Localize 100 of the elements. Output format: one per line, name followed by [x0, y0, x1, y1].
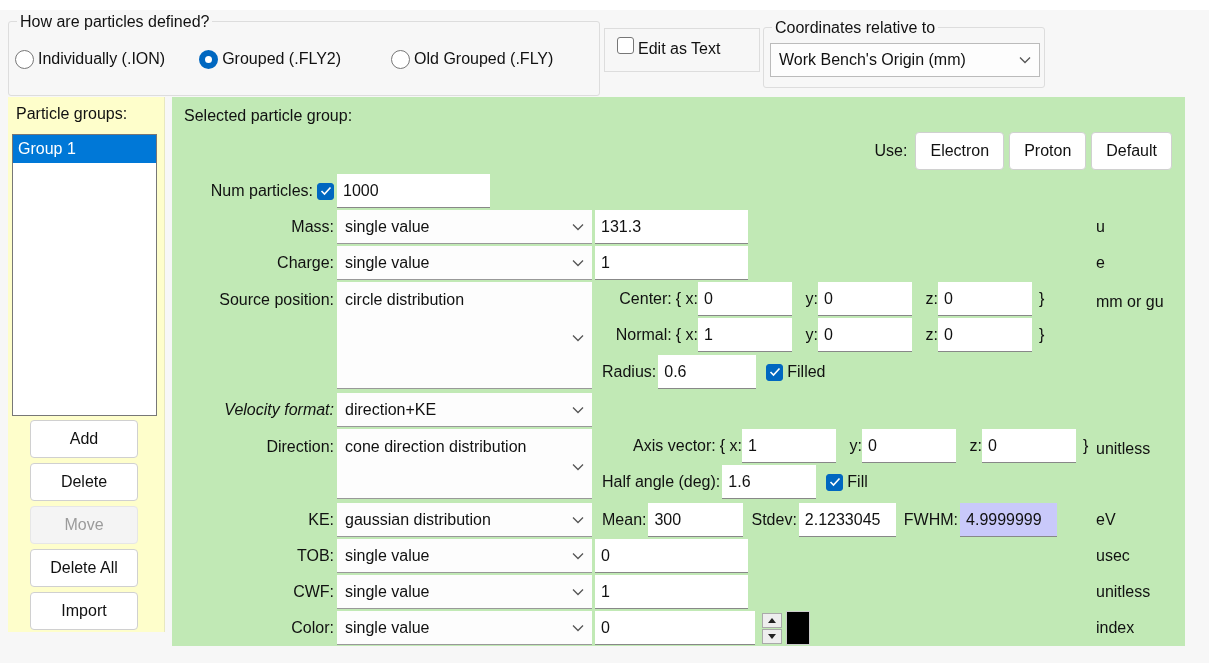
text-field[interactable]: 2.1233045 [798, 503, 896, 537]
checkbox-label[interactable]: Edit as Text [638, 37, 721, 61]
brace-label: } [1039, 325, 1045, 345]
caret-icon [572, 462, 584, 471]
caret-icon [572, 258, 584, 267]
group-title: Coordinates relative to [775, 19, 936, 36]
list-button[interactable]: Add [30, 420, 138, 458]
dropdown[interactable]: single value [337, 575, 592, 609]
radio-label[interactable]: Old Grouped (.FLY) [414, 47, 554, 72]
caret-icon [572, 551, 584, 560]
field-label: { x: [719, 436, 742, 456]
check-icon [828, 477, 841, 487]
list-button[interactable]: Delete [30, 463, 138, 501]
list-button[interactable]: Delete All [30, 549, 138, 587]
caret-icon [1019, 56, 1031, 65]
preset-button[interactable]: Electron [915, 132, 1005, 170]
text-field[interactable]: 0 [938, 282, 1032, 316]
text-field[interactable]: 1 [595, 246, 748, 280]
field-label: Mass: [290, 217, 334, 237]
dropdown[interactable]: Work Bench's Origin (mm) [770, 43, 1040, 78]
unit-label: unitless [1095, 582, 1152, 602]
caret-icon [572, 405, 584, 414]
check-icon [768, 367, 781, 377]
text-field[interactable]: 1 [698, 318, 792, 352]
radio-label[interactable]: Individually (.ION) [38, 47, 166, 72]
field-label: Axis vector: [633, 436, 716, 456]
panel-title: Particle groups: [15, 104, 129, 124]
field-label: Velocity format: [223, 400, 334, 420]
caret-icon [572, 222, 584, 231]
radio-button[interactable] [15, 49, 34, 69]
text-field[interactable]: 0 [938, 318, 1032, 352]
brace-label: } [1083, 436, 1089, 456]
field-label: FWHM: [903, 510, 959, 530]
field-label: z: [924, 325, 938, 345]
list-button[interactable]: Import [30, 592, 138, 630]
dropdown[interactable]: direction+KE [337, 393, 592, 427]
dropdown[interactable]: single value [337, 246, 592, 280]
check-icon [319, 186, 332, 196]
checkbox[interactable] [617, 37, 634, 54]
unit-label: u [1095, 217, 1106, 237]
dropdown[interactable]: single value [337, 210, 592, 244]
unit-label: usec [1095, 546, 1131, 566]
field-label: { x: [675, 325, 698, 345]
checkbox[interactable] [826, 473, 844, 491]
unit-label: index [1095, 618, 1136, 638]
brace-label: } [1039, 289, 1045, 309]
down-arrow-icon [768, 633, 776, 639]
text-field[interactable]: 1.6 [722, 465, 817, 499]
field-label: y: [848, 436, 862, 456]
text-field[interactable]: 1000 [337, 174, 490, 208]
radio-button[interactable] [199, 49, 219, 69]
field-label: Stdev: [751, 510, 797, 530]
text-field[interactable]: 1 [595, 575, 748, 609]
text-field[interactable]: 0 [595, 611, 755, 645]
up-arrow-icon [768, 617, 776, 623]
dropdown[interactable]: gaussian distribution [337, 503, 592, 537]
text-field[interactable]: 0.6 [658, 355, 757, 389]
dropdown[interactable]: single value [337, 539, 592, 573]
checkbox[interactable] [766, 363, 784, 381]
radio-label[interactable]: Grouped (.FLY2) [222, 47, 342, 72]
text-field[interactable]: 0 [595, 539, 748, 573]
field-label: Source position: [218, 290, 334, 310]
checkbox-label[interactable]: Fill [847, 470, 868, 494]
field-label: Direction: [265, 437, 334, 457]
dropdown[interactable]: circle distribution [337, 282, 592, 389]
spin-up-button[interactable] [762, 612, 782, 628]
text-field[interactable]: 131.3 [595, 210, 748, 244]
spin-down-button[interactable] [762, 628, 782, 644]
text-field[interactable]: 0 [818, 318, 912, 352]
unit-label: unitless [1095, 439, 1152, 459]
text-field[interactable]: 0 [862, 429, 956, 463]
field-label: Normal: [615, 325, 672, 345]
text-field[interactable]: 0 [982, 429, 1076, 463]
list-item[interactable]: Group 1 [13, 135, 156, 163]
preset-button[interactable]: Default [1091, 132, 1172, 170]
caret-icon [572, 623, 584, 632]
field-label: TOB: [295, 546, 334, 566]
radio-button[interactable] [391, 49, 411, 69]
field-label: y: [804, 289, 818, 309]
field-label: Use: [874, 141, 908, 161]
color-swatch[interactable] [786, 611, 810, 645]
caret-icon [572, 334, 584, 342]
checkbox-label[interactable]: Filled [787, 360, 826, 384]
checkbox[interactable] [317, 182, 334, 200]
field-label: Mean: [602, 510, 647, 530]
unit-label: mm or gu [1095, 292, 1165, 312]
unit-label: eV [1095, 510, 1117, 530]
preset-button[interactable]: Proton [1009, 132, 1087, 170]
text-field[interactable]: 4.9999999 [960, 503, 1058, 537]
text-field[interactable]: 0 [698, 282, 792, 316]
field-label: Num particles: [210, 181, 313, 201]
field-label: Radius: [602, 362, 657, 382]
text-field[interactable]: 0 [818, 282, 912, 316]
field-label: { x: [675, 289, 698, 309]
dropdown[interactable]: cone direction distribution [337, 429, 592, 499]
dropdown[interactable]: single value [337, 611, 592, 645]
field-label: Half angle (deg): [602, 472, 721, 492]
text-field[interactable]: 300 [648, 503, 744, 537]
group-title: How are particles defined? [20, 13, 210, 30]
text-field[interactable]: 1 [742, 429, 836, 463]
